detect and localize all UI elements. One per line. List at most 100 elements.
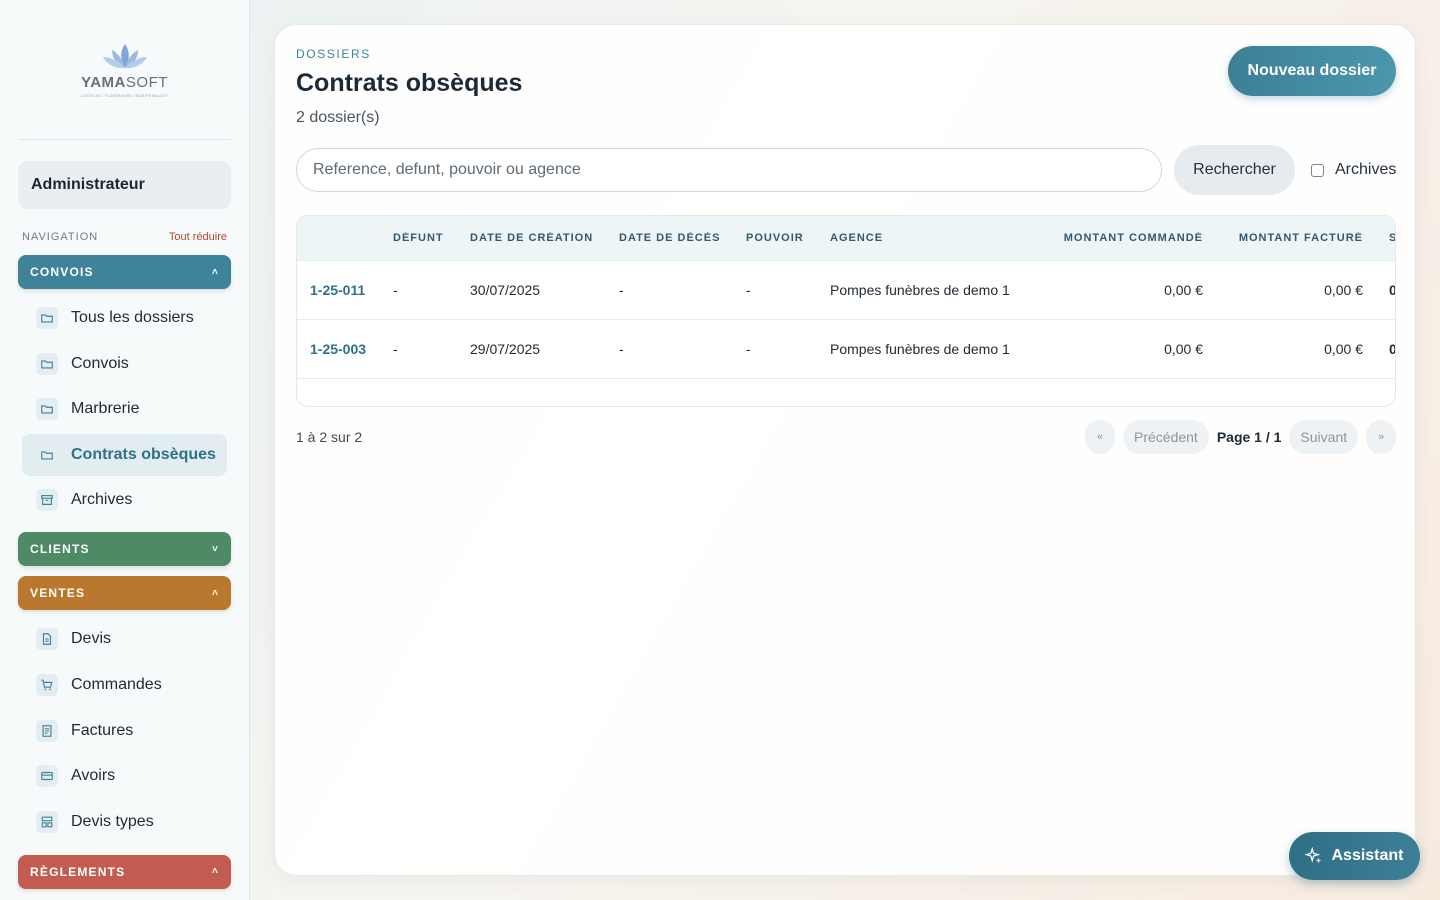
col-header-montant-commande[interactable]: MONTANT COMMANDÉ — [1025, 232, 1213, 244]
brand-tagline: LOGICIEL FUNÉRAIRE INDÉPENDANT — [80, 92, 169, 98]
cell-montant-facture: 0,00 € — [1324, 341, 1363, 357]
sidebar-item-contrats-obseques[interactable]: Contrats obsèques — [22, 433, 227, 476]
nav-header: NAVIGATION Tout réduire — [18, 231, 231, 243]
sidebar-item-factures[interactable]: Factures — [22, 710, 227, 752]
collapse-all-link[interactable]: Tout réduire — [169, 231, 227, 243]
archive-box-icon — [36, 489, 58, 512]
sidebar-item-marbrerie[interactable]: Marbrerie — [22, 388, 227, 430]
first-page-button[interactable]: « — [1085, 420, 1115, 454]
section-clients[interactable]: CLIENTS ˅ — [18, 532, 231, 567]
cell-montant-facture: 0,00 € — [1324, 282, 1363, 298]
sidebar-item-convois[interactable]: Convois — [22, 343, 227, 385]
cell-defunt: - — [393, 282, 398, 298]
section-convois[interactable]: CONVOIS ˄ — [18, 255, 231, 289]
sidebar-item-devis-types[interactable]: Devis types — [22, 801, 227, 843]
folder-icon — [36, 443, 58, 466]
sidebar-item-label: Devis — [71, 630, 112, 648]
document-icon — [36, 628, 58, 651]
previous-page-button[interactable]: Précédent — [1123, 420, 1209, 454]
sidebar-item-commandes[interactable]: Commandes — [22, 664, 227, 706]
col-header-date-creation[interactable]: DATE DE CRÉATION — [470, 232, 619, 244]
section-ventes-label: VENTES — [30, 586, 86, 601]
lotus-icon — [102, 43, 147, 68]
sidebar-item-devis[interactable]: Devis — [22, 618, 227, 660]
cell-montant-commande: 0,00 € — [1164, 282, 1203, 298]
chevron-up-icon: ˄ — [211, 866, 219, 878]
next-page-button[interactable]: Suivant — [1289, 420, 1359, 454]
section-ventes[interactable]: VENTES ˄ — [18, 576, 231, 611]
sidebar-item-label: Marbrerie — [71, 400, 140, 418]
dossier-ref-link[interactable]: 1-25-011 — [297, 282, 393, 298]
table-row-empty — [297, 378, 1395, 406]
chevron-down-icon: ˅ — [211, 543, 219, 555]
assistant-label: Assistant — [1331, 847, 1404, 864]
main-card: DOSSIERS Contrats obsèques 2 dossier(s) … — [274, 24, 1416, 876]
sidebar-item-archives[interactable]: Archives — [22, 479, 227, 521]
col-header-agence[interactable]: AGENCE — [830, 232, 1025, 244]
sidebar-item-avoirs[interactable]: Avoirs — [22, 755, 227, 797]
section-reglements-label: RÈGLEMENTS — [30, 864, 126, 879]
brand-logo[interactable]: YAMASOFT LOGICIEL FUNÉRAIRE INDÉPENDANT — [18, 0, 231, 140]
section-reglements[interactable]: RÈGLEMENTS ˄ — [18, 854, 231, 889]
cell-pouvoir: - — [746, 341, 751, 357]
dossiers-table: DÉFUNT DATE DE CRÉATION DATE DE DÉCÈS PO… — [296, 215, 1396, 407]
brand-name: YAMASOFT — [81, 73, 168, 91]
cell-pouvoir: - — [746, 282, 751, 298]
col-header-solde[interactable]: SOLDE — [1363, 232, 1395, 244]
sidebar-item-label: Archives — [71, 491, 133, 509]
cart-icon — [36, 673, 58, 696]
archives-label: Archives — [1335, 161, 1397, 178]
current-page: Page 1 / 1 — [1216, 429, 1282, 445]
user-menu[interactable]: Administrateur — [18, 161, 231, 209]
folder-icon — [36, 352, 58, 375]
cell-solde: 0,00 € — [1363, 282, 1395, 298]
cell-agence: Pompes funèbres de demo 1 — [830, 341, 1010, 357]
convois-list: Tous les dossiers Convois Marbrerie Cont… — [18, 297, 231, 521]
cell-date-deces: - — [619, 282, 624, 298]
cell-date-creation: 30/07/2025 — [470, 282, 541, 298]
archives-checkbox[interactable] — [1311, 163, 1324, 177]
search-button[interactable]: Rechercher — [1174, 145, 1295, 195]
search-input[interactable] — [296, 148, 1162, 192]
pagination-info: 1 à 2 sur 2 — [296, 429, 363, 445]
table-row[interactable]: 1-25-011 - 30/07/2025 - - Pompes funèbre… — [297, 260, 1395, 319]
sidebar-item-label: Commandes — [71, 675, 162, 693]
sidebar-item-label: Avoirs — [71, 767, 116, 785]
page-eyebrow: DOSSIERS — [296, 47, 371, 61]
cell-agence: Pompes funèbres de demo 1 — [830, 282, 1010, 298]
dossier-ref-link[interactable]: 1-25-003 — [297, 341, 393, 357]
table-header: DÉFUNT DATE DE CRÉATION DATE DE DÉCÈS PO… — [297, 216, 1395, 260]
ventes-list: Devis Commandes Factures Avoirs Devis ty… — [18, 618, 231, 842]
table-row[interactable]: 1-25-003 - 29/07/2025 - - Pompes funèbre… — [297, 319, 1395, 378]
col-header-date-deces[interactable]: DATE DE DÉCÈS — [619, 232, 746, 244]
new-dossier-button[interactable]: Nouveau dossier — [1228, 46, 1396, 96]
sidebar-item-tous-les-dossiers[interactable]: Tous les dossiers — [22, 297, 227, 339]
sidebar-item-label: Convois — [71, 354, 129, 372]
page-title: Contrats obsèques — [296, 69, 523, 97]
credit-card-icon — [36, 765, 58, 788]
archives-toggle[interactable]: Archives — [1311, 161, 1396, 179]
chevron-up-icon: ˄ — [211, 266, 219, 278]
last-page-button[interactable]: » — [1366, 420, 1397, 454]
sparkle-icon — [1305, 847, 1322, 864]
section-clients-label: CLIENTS — [30, 542, 90, 557]
sidebar-item-label: Contrats obsèques — [71, 445, 216, 463]
sidebar-item-label: Devis types — [71, 812, 154, 830]
cell-date-creation: 29/07/2025 — [470, 341, 541, 357]
nav-label: NAVIGATION — [22, 231, 99, 243]
section-convois-label: CONVOIS — [30, 265, 94, 279]
col-header-montant-facture[interactable]: MONTANT FACTURÉ — [1213, 232, 1363, 244]
invoice-icon — [36, 719, 58, 742]
user-name: Administrateur — [31, 176, 145, 193]
record-count: 2 dossier(s) — [296, 109, 380, 126]
col-header-pouvoir[interactable]: POUVOIR — [746, 232, 830, 244]
folder-icon — [36, 307, 58, 329]
col-header-defunt[interactable]: DÉFUNT — [393, 232, 470, 244]
sidebar-item-label: Factures — [71, 721, 134, 739]
assistant-button[interactable]: Assistant — [1289, 832, 1420, 880]
cell-solde: 0,00 € — [1363, 341, 1395, 357]
cell-montant-commande: 0,00 € — [1164, 341, 1203, 357]
template-icon — [36, 810, 58, 833]
sidebar: YAMASOFT LOGICIEL FUNÉRAIRE INDÉPENDANT … — [0, 0, 250, 900]
cell-defunt: - — [393, 341, 398, 357]
